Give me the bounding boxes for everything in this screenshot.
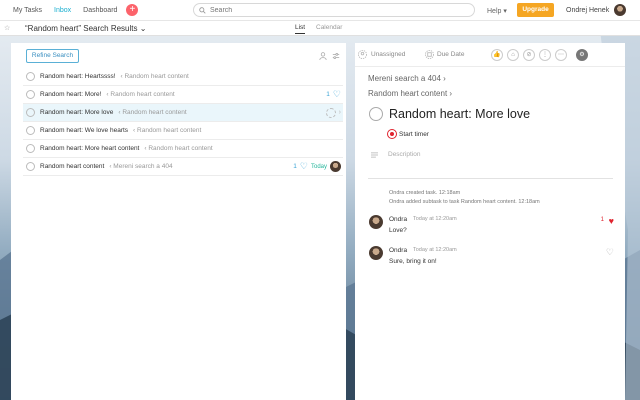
- like-count: 1: [600, 217, 604, 223]
- comment-author[interactable]: Ondra: [389, 247, 407, 254]
- heart-outline-icon[interactable]: ♡: [606, 247, 614, 258]
- comment-text: Sure, bring it on!: [389, 258, 437, 265]
- calendar-icon[interactable]: [425, 50, 434, 59]
- heart-filled-icon[interactable]: ♥: [609, 216, 614, 226]
- task-name[interactable]: Random heart content: [40, 163, 104, 170]
- heart-outline-icon[interactable]: ♡: [300, 162, 308, 171]
- activity-item: Ondra added subtask to task Random heart…: [389, 199, 540, 205]
- add-button[interactable]: +: [126, 4, 139, 16]
- task-row-selected[interactable]: Random heart: More love ‹ Random heart c…: [23, 104, 343, 122]
- task-checkbox[interactable]: [26, 72, 35, 81]
- task-checkbox[interactable]: [26, 108, 35, 117]
- tag-icon[interactable]: ⌂: [507, 49, 519, 61]
- task-project-link[interactable]: ‹ Random heart content: [106, 91, 174, 98]
- like-count: 1: [326, 91, 330, 98]
- settings-icon[interactable]: ⚙: [576, 49, 588, 61]
- comment-author[interactable]: Ondra: [389, 216, 407, 223]
- timer-icon: [388, 130, 396, 138]
- task-name[interactable]: Random heart: More!: [40, 91, 101, 98]
- complete-task-checkbox[interactable]: [369, 107, 383, 121]
- like-count: 1: [293, 163, 297, 170]
- comment-time: Today at 12:20am: [413, 216, 457, 222]
- activity-item: Ondra created task. 12:18am: [389, 190, 461, 196]
- task-detail-toolbar: Unassigned Due Date 👍 ⌂ ⊘ ⋮ ⋯ ⚙: [355, 43, 625, 67]
- description-icon: [371, 152, 378, 157]
- task-project-link[interactable]: ‹ Mereni search a 404: [109, 163, 172, 170]
- nav-dashboard[interactable]: Dashboard: [83, 7, 117, 14]
- comment-text: Love?: [389, 227, 407, 234]
- comment-time: Today at 12:20am: [413, 247, 457, 253]
- upgrade-button[interactable]: Upgrade: [517, 3, 554, 17]
- page-title[interactable]: “Random heart” Search Results ⌄: [25, 24, 146, 33]
- task-project-link[interactable]: ‹ Random heart content: [121, 73, 189, 80]
- assignee-field[interactable]: Unassigned: [371, 51, 405, 58]
- avatar[interactable]: [330, 161, 341, 172]
- task-project-link[interactable]: ‹ Random heart content: [118, 109, 186, 116]
- task-name[interactable]: Random heart: More love: [40, 109, 113, 116]
- assignee-icon[interactable]: [358, 50, 367, 59]
- task-row[interactable]: Random heart: We love hearts ‹ Random he…: [23, 122, 343, 140]
- task-title[interactable]: Random heart: More love: [389, 107, 530, 121]
- filter-icon[interactable]: [332, 52, 340, 60]
- task-checkbox[interactable]: [26, 162, 35, 171]
- task-title-row: Random heart: More love: [369, 107, 530, 121]
- task-meta: 1 ♡ Today: [293, 161, 341, 172]
- avatar[interactable]: [369, 215, 383, 229]
- project-header: ☆ “Random heart” Search Results ⌄ List C…: [0, 21, 640, 36]
- avatar[interactable]: [614, 4, 626, 16]
- avatar[interactable]: [369, 246, 383, 260]
- task-meta: 1 ♡: [326, 90, 341, 99]
- due-date-badge[interactable]: Today: [311, 164, 327, 170]
- task-row[interactable]: Random heart: More heart content ‹ Rando…: [23, 140, 343, 158]
- task-name[interactable]: Random heart: More heart content: [40, 145, 139, 152]
- attachment-icon[interactable]: ⊘: [523, 49, 535, 61]
- nav-my-tasks[interactable]: My Tasks: [13, 7, 42, 14]
- breadcrumb-parent-task[interactable]: Random heart content ›: [368, 89, 452, 98]
- subtask-icon[interactable]: ⋮: [539, 49, 551, 61]
- task-project-link[interactable]: ‹ Random heart content: [144, 145, 212, 152]
- start-timer-button[interactable]: Start timer: [388, 130, 429, 138]
- task-checkbox[interactable]: [26, 144, 35, 153]
- breadcrumb-parent-project[interactable]: Mereni search a 404 ›: [368, 74, 446, 83]
- heart-outline-icon[interactable]: ♡: [333, 90, 341, 99]
- task-row[interactable]: Random heart: More! ‹ Random heart conte…: [23, 86, 343, 104]
- task-meta: ›: [325, 107, 341, 118]
- more-options-icon[interactable]: ⋯: [555, 49, 567, 61]
- task-project-link[interactable]: ‹ Random heart content: [133, 127, 201, 134]
- due-date-field[interactable]: Due Date: [437, 51, 464, 58]
- search-icon: [199, 6, 206, 14]
- nav-inbox[interactable]: Inbox: [54, 7, 71, 14]
- top-navigation-bar: My Tasks Inbox Dashboard + Help ▾ Upgrad…: [0, 0, 640, 21]
- person-icon[interactable]: [319, 52, 327, 60]
- task-name[interactable]: Random heart: We love hearts: [40, 127, 128, 134]
- refine-search-button[interactable]: Refine Search: [26, 49, 79, 63]
- task-row[interactable]: Random heart content ‹ Mereni search a 4…: [23, 158, 343, 176]
- divider: [368, 178, 613, 179]
- description-field[interactable]: Description: [371, 151, 421, 158]
- timer-label: Start timer: [399, 130, 429, 138]
- chevron-right-icon: ›: [338, 109, 341, 116]
- task-list-pane: Refine Search Random heart: Heartssss! ‹…: [11, 43, 346, 400]
- tab-list[interactable]: List: [295, 24, 306, 34]
- search-input[interactable]: [210, 6, 460, 14]
- user-name[interactable]: Ondrej Henek: [566, 7, 609, 14]
- task-checkbox[interactable]: [26, 126, 35, 135]
- star-icon[interactable]: ☆: [4, 24, 10, 32]
- thumbs-up-icon[interactable]: 👍: [491, 49, 503, 61]
- task-name[interactable]: Random heart: Heartssss!: [40, 73, 116, 80]
- description-placeholder: Description: [388, 151, 421, 158]
- task-row[interactable]: Random heart: Heartssss! ‹ Random heart …: [23, 68, 343, 86]
- help-menu[interactable]: Help ▾: [487, 7, 507, 15]
- tab-calendar[interactable]: Calendar: [316, 24, 342, 31]
- task-detail-pane: Unassigned Due Date 👍 ⌂ ⊘ ⋮ ⋯ ⚙ Mereni s…: [355, 43, 625, 400]
- search-bar[interactable]: [193, 3, 475, 17]
- assignee-placeholder-icon[interactable]: [325, 107, 336, 118]
- task-checkbox[interactable]: [26, 90, 35, 99]
